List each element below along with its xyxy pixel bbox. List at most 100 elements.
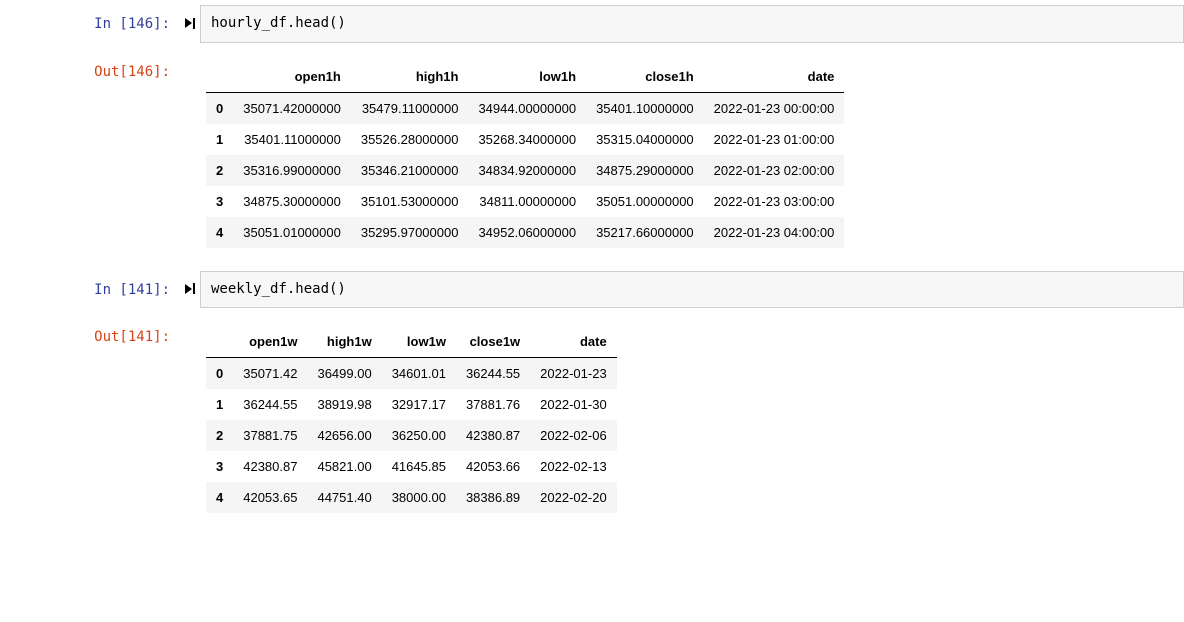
- run-button-col: [180, 271, 200, 297]
- table-cell: 2022-02-20: [530, 482, 617, 513]
- table-row: 435051.0100000035295.9700000034952.06000…: [206, 217, 844, 248]
- table-cell: 35051.01000000: [233, 217, 351, 248]
- output-area: open1whigh1wlow1wclose1wdate 035071.42364…: [200, 318, 1184, 521]
- table-row-index: 4: [206, 482, 233, 513]
- table-index-header: [206, 326, 233, 358]
- table-cell: 35071.42: [233, 358, 307, 390]
- table-cell: 35479.11000000: [351, 92, 469, 124]
- table-row-index: 3: [206, 451, 233, 482]
- input-row: In [146]: hourly_df.head(): [0, 0, 1184, 48]
- table-col-header: close1h: [586, 61, 704, 93]
- table-cell: 35101.53000000: [351, 186, 469, 217]
- dataframe-table: open1hhigh1hlow1hclose1hdate035071.42000…: [206, 61, 844, 248]
- table-cell: 35268.34000000: [468, 124, 586, 155]
- table-cell: 37881.75: [233, 420, 307, 451]
- out-prompt: Out[146]:: [0, 53, 180, 81]
- out-prompt: Out[141]:: [0, 318, 180, 346]
- table-cell: 35526.28000000: [351, 124, 469, 155]
- dataframe-table: open1whigh1wlow1wclose1wdate 035071.42364…: [206, 326, 617, 513]
- table-row: 035071.4200000035479.1100000034944.00000…: [206, 92, 844, 124]
- in-prompt: In [146]:: [0, 5, 180, 33]
- table-row: 442053.6544751.4038000.0038386.892022-02…: [206, 482, 617, 513]
- run-cell-icon[interactable]: [185, 15, 195, 31]
- table-cell: 42053.65: [233, 482, 307, 513]
- table-cell: 35295.97000000: [351, 217, 469, 248]
- table-row: 135401.1100000035526.2800000035268.34000…: [206, 124, 844, 155]
- table-row: 237881.7542656.0036250.0042380.872022-02…: [206, 420, 617, 451]
- table-cell: 34811.00000000: [468, 186, 586, 217]
- table-cell: 44751.40: [307, 482, 381, 513]
- output-row: Out[146]:open1hhigh1hlow1hclose1hdate035…: [0, 48, 1184, 261]
- table-cell: 38000.00: [382, 482, 456, 513]
- table-cell: 45821.00: [307, 451, 381, 482]
- output-row: Out[141]: open1whigh1wlow1wclose1wdate 035…: [0, 313, 1184, 526]
- table-cell: 2022-02-06: [530, 420, 617, 451]
- table-col-header: date: [530, 326, 617, 358]
- table-cell: 2022-01-23 02:00:00: [704, 155, 845, 186]
- in-prompt: In [141]:: [0, 271, 180, 299]
- code-input[interactable]: hourly_df.head(): [200, 5, 1184, 43]
- table-cell: 36244.55: [233, 389, 307, 420]
- table-col-header: open1w: [233, 326, 307, 358]
- table-cell: 35071.42000000: [233, 92, 351, 124]
- table-cell: 34944.00000000: [468, 92, 586, 124]
- spacer: [180, 318, 200, 328]
- table-cell: 35316.99000000: [233, 155, 351, 186]
- output-area: open1hhigh1hlow1hclose1hdate035071.42000…: [200, 53, 1184, 256]
- run-cell-icon[interactable]: [185, 281, 195, 297]
- table-cell: 42380.87: [456, 420, 530, 451]
- table-cell: 35051.00000000: [586, 186, 704, 217]
- table-cell: 36250.00: [382, 420, 456, 451]
- table-cell: 2022-01-23 01:00:00: [704, 124, 845, 155]
- table-cell: 37881.76: [456, 389, 530, 420]
- notebook-cell: In [141]: weekly_df.head() Out[141]: open1w…: [0, 266, 1184, 527]
- table-cell: 2022-01-30: [530, 389, 617, 420]
- table-col-header: low1w: [382, 326, 456, 358]
- table-cell: 38919.98: [307, 389, 381, 420]
- table-row: 235316.9900000035346.2100000034834.92000…: [206, 155, 844, 186]
- table-index-header: [206, 61, 233, 93]
- spacer: [180, 53, 200, 63]
- table-row: 334875.3000000035101.5300000034811.00000…: [206, 186, 844, 217]
- table-col-header: low1h: [468, 61, 586, 93]
- table-cell: 2022-01-23 00:00:00: [704, 92, 845, 124]
- table-cell: 2022-02-13: [530, 451, 617, 482]
- table-cell: 35315.04000000: [586, 124, 704, 155]
- run-button-col: [180, 5, 200, 31]
- table-row-index: 4: [206, 217, 233, 248]
- table-cell: 34875.29000000: [586, 155, 704, 186]
- table-cell: 35401.10000000: [586, 92, 704, 124]
- table-cell: 34834.92000000: [468, 155, 586, 186]
- table-cell: 42053.66: [456, 451, 530, 482]
- table-row-index: 1: [206, 124, 233, 155]
- table-cell: 36499.00: [307, 358, 381, 390]
- table-col-header: high1h: [351, 61, 469, 93]
- table-cell: 34875.30000000: [233, 186, 351, 217]
- table-cell: 2022-01-23 03:00:00: [704, 186, 845, 217]
- table-col-header: high1w: [307, 326, 381, 358]
- table-cell: 41645.85: [382, 451, 456, 482]
- table-row: 136244.5538919.9832917.1737881.762022-01…: [206, 389, 617, 420]
- table-cell: 34952.06000000: [468, 217, 586, 248]
- table-cell: 42656.00: [307, 420, 381, 451]
- notebook-container: In [146]: hourly_df.head() Out[146]: open1h…: [0, 0, 1184, 526]
- table-cell: 38386.89: [456, 482, 530, 513]
- table-col-header: date: [704, 61, 845, 93]
- table-cell: 2022-01-23 04:00:00: [704, 217, 845, 248]
- code-input[interactable]: weekly_df.head(): [200, 271, 1184, 309]
- table-cell: 34601.01: [382, 358, 456, 390]
- table-row: 342380.8745821.0041645.8542053.662022-02…: [206, 451, 617, 482]
- table-cell: 32917.17: [382, 389, 456, 420]
- table-row-index: 2: [206, 420, 233, 451]
- table-col-header: close1w: [456, 326, 530, 358]
- table-cell: 35401.11000000: [233, 124, 351, 155]
- table-cell: 2022-01-23: [530, 358, 617, 390]
- input-row: In [141]: weekly_df.head(): [0, 266, 1184, 314]
- table-cell: 42380.87: [233, 451, 307, 482]
- table-row-index: 0: [206, 358, 233, 390]
- table-row-index: 0: [206, 92, 233, 124]
- table-row-index: 1: [206, 389, 233, 420]
- notebook-cell: In [146]: hourly_df.head() Out[146]: open1h…: [0, 0, 1184, 261]
- table-col-header: open1h: [233, 61, 351, 93]
- table-cell: 35346.21000000: [351, 155, 469, 186]
